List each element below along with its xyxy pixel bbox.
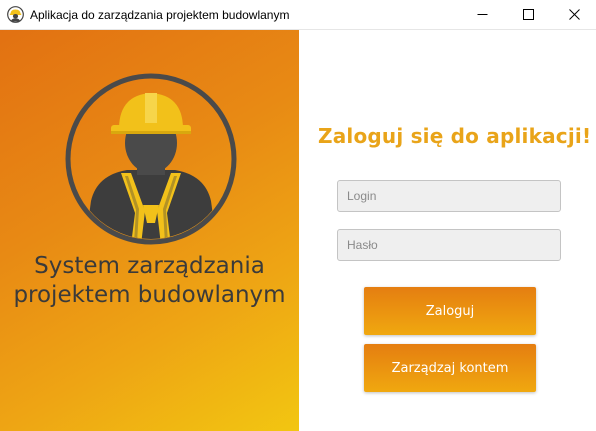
login-input[interactable]	[337, 180, 561, 212]
app-window: Aplikacja do zarządzania projektem budow…	[0, 0, 596, 431]
minimize-button[interactable]	[459, 0, 505, 29]
title-bar[interactable]: Aplikacja do zarządzania projektem budow…	[0, 0, 596, 30]
minimize-icon	[477, 14, 487, 15]
login-button[interactable]: Zaloguj	[364, 287, 536, 335]
password-input[interactable]	[337, 229, 561, 261]
close-icon	[568, 9, 580, 20]
login-heading: Zaloguj się do aplikacji!	[318, 124, 592, 148]
construction-worker-icon	[7, 6, 24, 23]
manage-account-button[interactable]: Zarządzaj kontem	[364, 344, 536, 392]
window-title: Aplikacja do zarządzania projektem budow…	[30, 8, 290, 22]
construction-worker-icon	[65, 73, 237, 245]
close-button[interactable]	[551, 0, 596, 29]
system-title-line2: projektem budowlanym	[13, 282, 286, 308]
system-title: System zarządzania projektem budowlanym	[0, 252, 299, 310]
login-button-label: Zaloguj	[425, 303, 475, 319]
system-title-line1: System zarządzania	[34, 253, 265, 279]
manage-account-button-label: Zarządzaj kontem	[391, 360, 509, 376]
maximize-icon	[522, 9, 534, 20]
branding-panel: System zarządzania projektem budowlanym	[0, 30, 299, 431]
maximize-button[interactable]	[505, 0, 551, 29]
